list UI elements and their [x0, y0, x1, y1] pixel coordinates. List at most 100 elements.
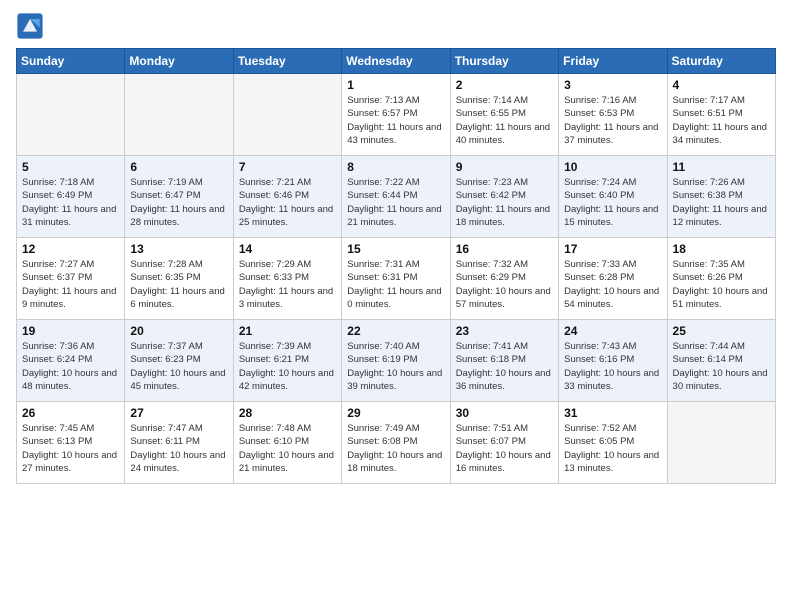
calendar-cell: 26 Sunrise: 7:45 AMSunset: 6:13 PMDayligh…	[17, 402, 125, 484]
calendar-week-row: 5 Sunrise: 7:18 AMSunset: 6:49 PMDaylight…	[17, 156, 776, 238]
day-number: 25	[673, 324, 770, 338]
day-number: 28	[239, 406, 336, 420]
day-info: Sunrise: 7:18 AMSunset: 6:49 PMDaylight:…	[22, 176, 119, 229]
calendar-cell: 11Sunrise: 7:26 AMSunset: 6:38 PMDayligh…	[667, 156, 775, 238]
day-number: 19	[22, 324, 119, 338]
day-info: Sunrise: 7:14 AMSunset: 6:55 PMDaylight:…	[456, 94, 553, 147]
day-info: Sunrise: 7:22 AMSunset: 6:44 PMDaylight:…	[347, 176, 444, 229]
day-number: 12	[22, 242, 119, 256]
calendar-cell: 5 Sunrise: 7:18 AMSunset: 6:49 PMDaylight…	[17, 156, 125, 238]
calendar-week-row: 1 Sunrise: 7:13 AMSunset: 6:57 PMDaylight…	[17, 74, 776, 156]
calendar-cell: 20 Sunrise: 7:37 AMSunset: 6:23 PMDayligh…	[125, 320, 233, 402]
day-info: Sunrise: 7:37 AMSunset: 6:23 PMDaylight:…	[130, 340, 227, 393]
calendar-cell: 17Sunrise: 7:33 AMSunset: 6:28 PMDayligh…	[559, 238, 667, 320]
day-number: 20	[130, 324, 227, 338]
day-info: Sunrise: 7:13 AMSunset: 6:57 PMDaylight:…	[347, 94, 444, 147]
day-info: Sunrise: 7:41 AMSunset: 6:18 PMDaylight:…	[456, 340, 553, 393]
calendar-cell	[667, 402, 775, 484]
day-info: Sunrise: 7:44 AMSunset: 6:14 PMDaylight:…	[673, 340, 770, 393]
calendar-cell: 21Sunrise: 7:39 AMSunset: 6:21 PMDayligh…	[233, 320, 341, 402]
calendar-cell: 22 Sunrise: 7:40 AMSunset: 6:19 PMDayligh…	[342, 320, 450, 402]
calendar-cell: 2 Sunrise: 7:14 AMSunset: 6:55 PMDaylight…	[450, 74, 558, 156]
day-number: 3	[564, 78, 661, 92]
day-number: 27	[130, 406, 227, 420]
calendar-cell: 14 Sunrise: 7:29 AMSunset: 6:33 PMDayligh…	[233, 238, 341, 320]
calendar-cell: 30 Sunrise: 7:51 AMSunset: 6:07 PMDayligh…	[450, 402, 558, 484]
day-info: Sunrise: 7:19 AMSunset: 6:47 PMDaylight:…	[130, 176, 227, 229]
day-info: Sunrise: 7:29 AMSunset: 6:33 PMDaylight:…	[239, 258, 336, 311]
calendar-cell: 15 Sunrise: 7:31 AMSunset: 6:31 PMDayligh…	[342, 238, 450, 320]
day-info: Sunrise: 7:40 AMSunset: 6:19 PMDaylight:…	[347, 340, 444, 393]
day-info: Sunrise: 7:31 AMSunset: 6:31 PMDaylight:…	[347, 258, 444, 311]
calendar-week-row: 26 Sunrise: 7:45 AMSunset: 6:13 PMDayligh…	[17, 402, 776, 484]
calendar-cell: 7 Sunrise: 7:21 AMSunset: 6:46 PMDaylight…	[233, 156, 341, 238]
calendar-cell: 3 Sunrise: 7:16 AMSunset: 6:53 PMDaylight…	[559, 74, 667, 156]
calendar-weekday-friday: Friday	[559, 49, 667, 74]
day-number: 21	[239, 324, 336, 338]
day-info: Sunrise: 7:27 AMSunset: 6:37 PMDaylight:…	[22, 258, 119, 311]
day-number: 13	[130, 242, 227, 256]
day-number: 23	[456, 324, 553, 338]
day-number: 4	[673, 78, 770, 92]
calendar-cell: 23 Sunrise: 7:41 AMSunset: 6:18 PMDayligh…	[450, 320, 558, 402]
day-number: 30	[456, 406, 553, 420]
day-info: Sunrise: 7:35 AMSunset: 6:26 PMDaylight:…	[673, 258, 770, 311]
calendar-week-row: 19 Sunrise: 7:36 AMSunset: 6:24 PMDayligh…	[17, 320, 776, 402]
day-number: 24	[564, 324, 661, 338]
calendar-cell: 8 Sunrise: 7:22 AMSunset: 6:44 PMDaylight…	[342, 156, 450, 238]
day-number: 15	[347, 242, 444, 256]
calendar-cell: 16Sunrise: 7:32 AMSunset: 6:29 PMDayligh…	[450, 238, 558, 320]
day-number: 11	[673, 160, 770, 174]
day-number: 9	[456, 160, 553, 174]
day-number: 7	[239, 160, 336, 174]
day-info: Sunrise: 7:21 AMSunset: 6:46 PMDaylight:…	[239, 176, 336, 229]
day-info: Sunrise: 7:17 AMSunset: 6:51 PMDaylight:…	[673, 94, 770, 147]
calendar-cell: 6 Sunrise: 7:19 AMSunset: 6:47 PMDaylight…	[125, 156, 233, 238]
day-info: Sunrise: 7:36 AMSunset: 6:24 PMDaylight:…	[22, 340, 119, 393]
day-info: Sunrise: 7:51 AMSunset: 6:07 PMDaylight:…	[456, 422, 553, 475]
day-info: Sunrise: 7:45 AMSunset: 6:13 PMDaylight:…	[22, 422, 119, 475]
day-info: Sunrise: 7:28 AMSunset: 6:35 PMDaylight:…	[130, 258, 227, 311]
day-number: 18	[673, 242, 770, 256]
day-info: Sunrise: 7:23 AMSunset: 6:42 PMDaylight:…	[456, 176, 553, 229]
day-number: 6	[130, 160, 227, 174]
day-info: Sunrise: 7:16 AMSunset: 6:53 PMDaylight:…	[564, 94, 661, 147]
calendar-cell: 9 Sunrise: 7:23 AMSunset: 6:42 PMDaylight…	[450, 156, 558, 238]
day-number: 5	[22, 160, 119, 174]
day-number: 14	[239, 242, 336, 256]
calendar-cell: 4 Sunrise: 7:17 AMSunset: 6:51 PMDaylight…	[667, 74, 775, 156]
day-number: 29	[347, 406, 444, 420]
calendar-weekday-saturday: Saturday	[667, 49, 775, 74]
calendar-weekday-tuesday: Tuesday	[233, 49, 341, 74]
calendar-week-row: 12 Sunrise: 7:27 AMSunset: 6:37 PMDayligh…	[17, 238, 776, 320]
day-number: 22	[347, 324, 444, 338]
calendar-weekday-wednesday: Wednesday	[342, 49, 450, 74]
day-number: 17	[564, 242, 661, 256]
calendar-header-row: SundayMondayTuesdayWednesdayThursdayFrid…	[17, 49, 776, 74]
calendar-cell: 24Sunrise: 7:43 AMSunset: 6:16 PMDayligh…	[559, 320, 667, 402]
day-info: Sunrise: 7:48 AMSunset: 6:10 PMDaylight:…	[239, 422, 336, 475]
calendar-cell: 25 Sunrise: 7:44 AMSunset: 6:14 PMDayligh…	[667, 320, 775, 402]
day-info: Sunrise: 7:24 AMSunset: 6:40 PMDaylight:…	[564, 176, 661, 229]
calendar-cell: 10 Sunrise: 7:24 AMSunset: 6:40 PMDayligh…	[559, 156, 667, 238]
logo	[16, 12, 48, 40]
calendar-cell: 28 Sunrise: 7:48 AMSunset: 6:10 PMDayligh…	[233, 402, 341, 484]
day-number: 26	[22, 406, 119, 420]
logo-icon	[16, 12, 44, 40]
calendar-table: SundayMondayTuesdayWednesdayThursdayFrid…	[16, 48, 776, 484]
day-number: 10	[564, 160, 661, 174]
calendar-weekday-monday: Monday	[125, 49, 233, 74]
header	[16, 12, 776, 40]
calendar-cell: 19 Sunrise: 7:36 AMSunset: 6:24 PMDayligh…	[17, 320, 125, 402]
day-number: 1	[347, 78, 444, 92]
calendar-cell: 27Sunrise: 7:47 AMSunset: 6:11 PMDayligh…	[125, 402, 233, 484]
calendar-cell: 1 Sunrise: 7:13 AMSunset: 6:57 PMDaylight…	[342, 74, 450, 156]
day-number: 8	[347, 160, 444, 174]
page: SundayMondayTuesdayWednesdayThursdayFrid…	[0, 0, 792, 612]
calendar-cell: 18 Sunrise: 7:35 AMSunset: 6:26 PMDayligh…	[667, 238, 775, 320]
day-info: Sunrise: 7:49 AMSunset: 6:08 PMDaylight:…	[347, 422, 444, 475]
day-info: Sunrise: 7:32 AMSunset: 6:29 PMDaylight:…	[456, 258, 553, 311]
calendar-cell: 31Sunrise: 7:52 AMSunset: 6:05 PMDayligh…	[559, 402, 667, 484]
calendar-cell	[125, 74, 233, 156]
day-number: 2	[456, 78, 553, 92]
